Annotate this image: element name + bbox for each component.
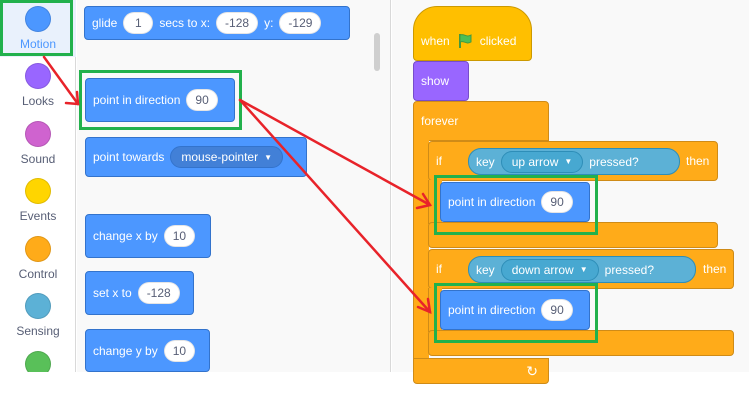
arrow-line [238, 98, 432, 314]
annotation-arrows [42, 55, 433, 315]
arrow-line [42, 55, 80, 106]
arrow-line [238, 98, 432, 207]
